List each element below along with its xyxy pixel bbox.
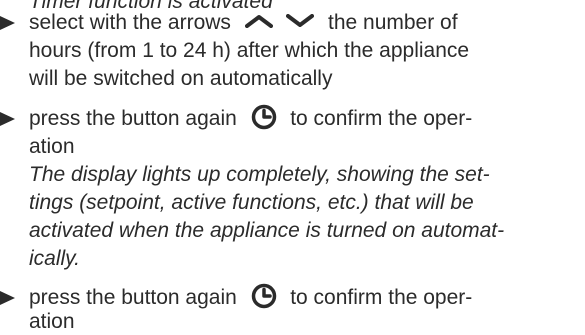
step-text-line: will be switched on automatically <box>29 67 333 90</box>
note-line: activated when the appliance is turned o… <box>29 219 505 242</box>
note-line: The display lights up completely, showin… <box>29 163 490 186</box>
step-text-line: hours (from 1 to 24 h) after which the a… <box>29 39 470 62</box>
note-line: tings (setpoint, active functions, etc.)… <box>29 191 474 214</box>
timer-clock-icon <box>251 284 276 309</box>
note-line: ically. <box>29 247 80 270</box>
step-text-after: to confirm the oper- <box>290 286 473 309</box>
step-text-before: press the button again <box>29 107 237 130</box>
arrow-up-icon <box>244 15 273 29</box>
triangle-bullet-icon <box>0 16 15 30</box>
step-text-after: to confirm the oper- <box>290 107 473 130</box>
instruction-document: Timer function is activated select with … <box>0 0 585 333</box>
timer-clock-icon <box>251 105 276 130</box>
step-text-line: ation <box>29 135 75 158</box>
step-text-line: ation <box>29 310 75 333</box>
triangle-bullet-icon <box>0 112 15 126</box>
triangle-bullet-icon <box>0 291 15 305</box>
step-text-before: select with the arrows <box>29 11 231 34</box>
arrow-down-icon <box>286 14 315 28</box>
step-text-before: press the button again <box>29 286 237 309</box>
step-text-after: the number of <box>327 11 458 34</box>
